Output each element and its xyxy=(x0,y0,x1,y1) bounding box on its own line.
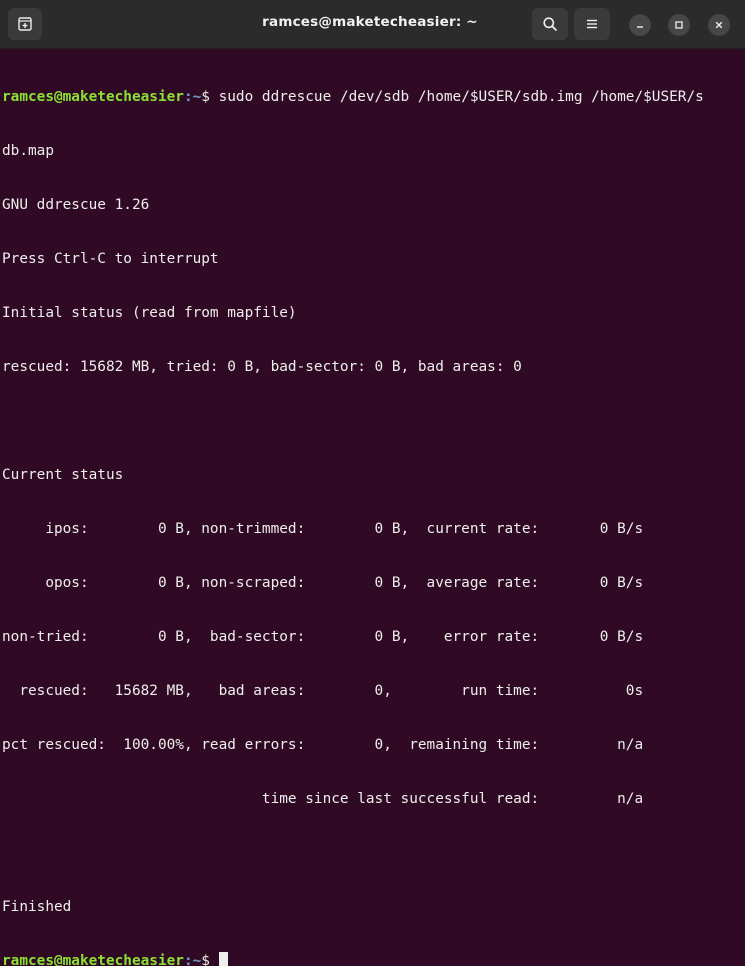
prompt-path: :~ xyxy=(183,89,202,105)
new-tab-icon xyxy=(18,17,32,31)
hamburger-menu-icon xyxy=(587,19,597,29)
title-bar: ramces@maketecheasier: ~ xyxy=(0,0,745,49)
command-line: ramces@maketecheasier:~$ sudo ddrescue /… xyxy=(2,88,735,106)
output-line: Initial status (read from mapfile) xyxy=(2,305,297,321)
prompt-user-host: ramces@maketecheasier xyxy=(2,89,184,105)
output-line: rescued: 15682 MB, tried: 0 B, bad-secto… xyxy=(2,359,522,375)
search-button[interactable] xyxy=(532,8,568,40)
new-tab-button[interactable] xyxy=(8,8,42,40)
output-line: opos: 0 B, non-scraped: 0 B, average rat… xyxy=(2,575,644,591)
search-icon xyxy=(543,17,557,31)
close-icon xyxy=(715,21,723,29)
terminal-output[interactable]: ramces@maketecheasier:~$ sudo ddrescue /… xyxy=(2,52,735,966)
output-line: Press Ctrl-C to interrupt xyxy=(2,251,219,267)
output-line: time since last successful read: n/a xyxy=(2,791,644,807)
window-title: ramces@maketecheasier: ~ xyxy=(262,14,478,30)
prompt-user-host: ramces@maketecheasier xyxy=(2,953,184,966)
minimize-button[interactable] xyxy=(629,14,651,36)
prompt-symbol: $ xyxy=(201,89,219,105)
maximize-button[interactable] xyxy=(668,14,690,36)
output-line: pct rescued: 100.00%, read errors: 0, re… xyxy=(2,737,644,753)
output-line: Current status xyxy=(2,467,124,483)
output-line: non-tried: 0 B, bad-sector: 0 B, error r… xyxy=(2,629,644,645)
text-cursor xyxy=(218,952,228,966)
minimize-icon xyxy=(637,26,643,28)
output-line: ipos: 0 B, non-trimmed: 0 B, current rat… xyxy=(2,521,644,537)
output-line: Finished xyxy=(2,899,72,915)
output-line: GNU ddrescue 1.26 xyxy=(2,197,150,213)
output-line: rescued: 15682 MB, bad areas: 0, run tim… xyxy=(2,683,644,699)
terminal-window: ramces@maketecheasier: ~ ramces@maketech… xyxy=(0,0,745,966)
prompt-symbol: $ xyxy=(201,953,219,966)
close-button[interactable] xyxy=(708,14,730,36)
maximize-icon xyxy=(675,21,683,29)
prompt-path: :~ xyxy=(183,953,202,966)
current-prompt-line: ramces@maketecheasier:~$ xyxy=(2,952,735,966)
command-text: sudo ddrescue /dev/sdb /home/$USER/sdb.i… xyxy=(218,89,704,105)
command-wrap-line: db.map xyxy=(2,143,54,159)
menu-button[interactable] xyxy=(574,8,610,40)
